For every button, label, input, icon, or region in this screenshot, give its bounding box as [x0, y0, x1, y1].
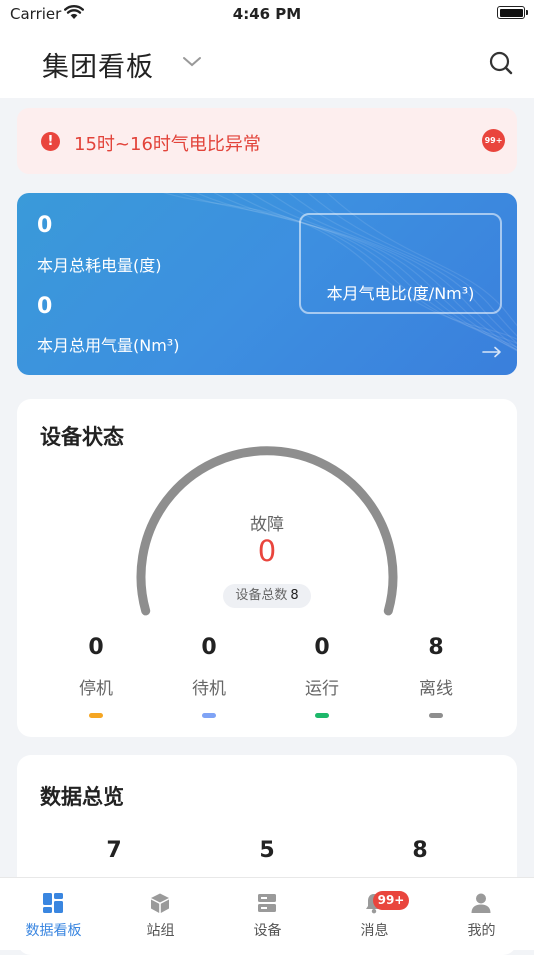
battery-icon: [497, 6, 528, 19]
ratio-label: 本月气电比(度/Nm³): [326, 284, 475, 303]
status-color-bar: [429, 713, 443, 718]
stat-value: 8: [428, 635, 444, 660]
stat-label: 停机: [79, 679, 113, 699]
stat-label: 运行: [305, 679, 339, 699]
stat-label: 待机: [192, 679, 226, 699]
dashboard-icon: [43, 893, 63, 913]
stat-value: 0: [88, 635, 104, 660]
tab-label: 我的: [467, 923, 496, 939]
gas-power-ratio-box[interactable]: 本月气电比(度/Nm³): [299, 213, 502, 314]
tab-dashboard[interactable]: 数据看板: [0, 878, 107, 951]
person-icon: [471, 893, 491, 913]
arrow-right-icon[interactable]: [482, 343, 502, 362]
status-color-bar: [315, 713, 329, 718]
stat-value: 0: [314, 635, 330, 660]
cube-icon: [151, 893, 169, 913]
status-color-bar: [89, 713, 103, 718]
tab-label: 设备: [253, 923, 282, 939]
gas-label: 本月总用气量(Nm³): [37, 336, 180, 355]
power-label: 本月总耗电量(度): [37, 256, 162, 275]
tab-label: 数据看板: [25, 923, 82, 939]
tab-profile[interactable]: 我的: [428, 878, 534, 951]
overview-value[interactable]: 8: [380, 838, 460, 863]
stat-running[interactable]: 0 运行: [282, 635, 362, 718]
stat-label: 离线: [419, 679, 453, 699]
total-label: 设备总数: [235, 588, 288, 603]
alert-count-badge: 99+: [482, 129, 505, 152]
tab-devices[interactable]: 设备: [214, 878, 321, 951]
clock: 4:46 PM: [232, 5, 302, 23]
alert-banner[interactable]: ! 15时~16时气电比异常 99+: [17, 108, 517, 174]
power-value: 0: [37, 213, 53, 238]
tab-label: 站组: [146, 923, 175, 939]
server-icon: [258, 894, 276, 912]
stat-stopped[interactable]: 0 停机: [56, 635, 136, 718]
top-nav-bar: 集团看板: [0, 28, 534, 98]
tab-messages[interactable]: 消息: [321, 878, 428, 951]
tab-label: 消息: [360, 923, 389, 939]
bottom-tab-bar: 数据看板 站组 设备 消息 我的: [0, 877, 534, 950]
fault-label: 故障: [250, 515, 284, 535]
device-status-card: 设备状态 故障 0 设备总数 8 0 停机 0 待机 0 运行 8 离线: [17, 399, 517, 737]
energy-summary-card[interactable]: 0 本月总耗电量(度) 0 本月总用气量(Nm³) 本月气电比(度/Nm³): [17, 193, 517, 375]
overview-value[interactable]: 7: [74, 838, 154, 863]
page-title[interactable]: 集团看板: [42, 45, 154, 84]
gas-value: 0: [37, 294, 53, 319]
status-bar: Carrier 4:46 PM: [0, 0, 534, 28]
alert-icon: !: [41, 132, 60, 151]
stat-standby[interactable]: 0 待机: [169, 635, 249, 718]
alert-text: 15时~16时气电比异常: [74, 134, 261, 155]
search-icon[interactable]: [488, 50, 514, 80]
stat-value: 0: [201, 635, 217, 660]
overview-value[interactable]: 5: [227, 838, 307, 863]
section-title: 数据总览: [40, 785, 124, 809]
tab-stations[interactable]: 站组: [107, 878, 214, 951]
stat-offline[interactable]: 8 离线: [396, 635, 476, 718]
total-devices-pill: 设备总数 8: [223, 584, 311, 608]
message-count-badge: 99+: [373, 891, 409, 910]
fault-value: 0: [257, 534, 277, 568]
total-value: 8: [290, 588, 299, 603]
chevron-down-icon[interactable]: [182, 54, 202, 73]
status-color-bar: [202, 713, 216, 718]
section-title: 设备状态: [40, 425, 124, 449]
